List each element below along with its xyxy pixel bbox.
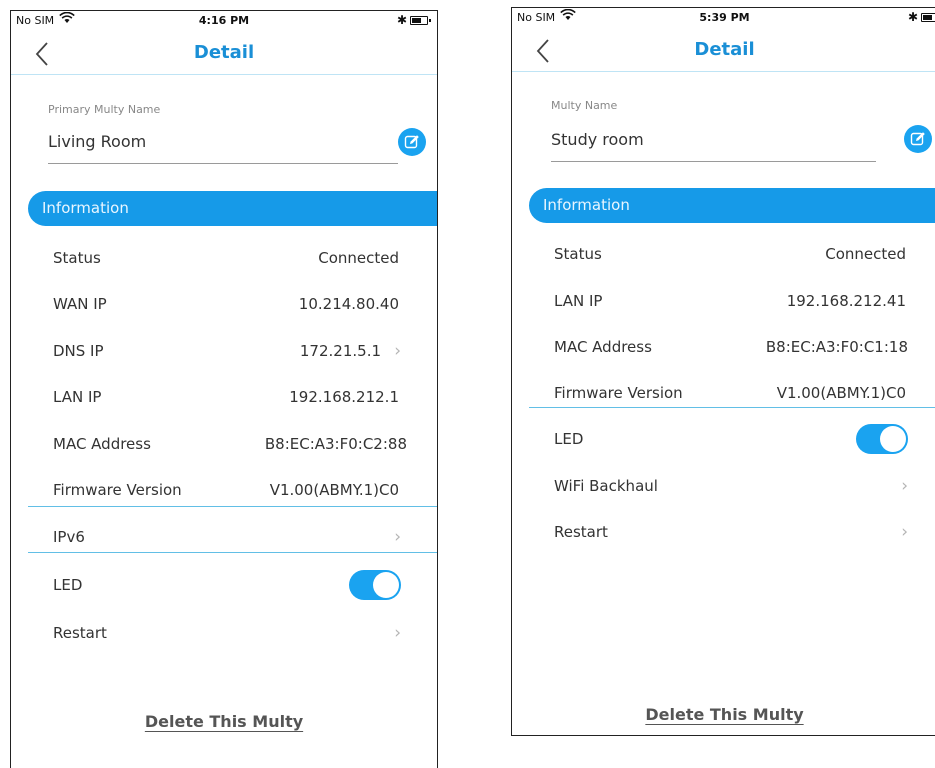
section-divider xyxy=(28,552,437,553)
name-field-underline xyxy=(48,163,398,164)
row-label: IPv6 xyxy=(53,528,85,546)
section-divider xyxy=(529,407,935,408)
wifi-backhaul-row[interactable]: WiFi Backhaul › xyxy=(512,463,935,509)
delete-multy-button[interactable]: Delete This Multy xyxy=(11,712,437,731)
toggle-knob xyxy=(373,572,399,598)
clock: 4:16 PM xyxy=(198,14,250,27)
ipv6-row[interactable]: IPv6 › xyxy=(11,514,437,560)
name-field-value[interactable]: Living Room xyxy=(48,132,146,151)
info-row-mac-address: MAC Address B8:EC:A3:F0:C2:88 xyxy=(11,421,437,467)
row-value: B8:EC:A3:F0:C1:18 xyxy=(765,338,908,356)
chevron-right-icon[interactable]: › xyxy=(394,529,401,546)
chevron-right-icon[interactable]: › xyxy=(901,478,908,495)
battery-icon xyxy=(921,13,935,22)
info-row-lan-ip: LAN IP 192.168.212.41 xyxy=(512,278,935,324)
chevron-right-icon[interactable]: › xyxy=(394,343,401,360)
name-field-label: Primary Multy Name xyxy=(48,103,161,116)
row-label: LAN IP xyxy=(53,388,102,406)
row-label: Restart xyxy=(554,523,608,541)
status-bar: No SIM 4:16 PM ✱ xyxy=(11,11,437,29)
row-label: Firmware Version xyxy=(554,384,683,402)
page-title: Detail xyxy=(694,39,755,60)
name-field-underline xyxy=(551,161,876,162)
info-row-mac-address: MAC Address B8:EC:A3:F0:C1:18 xyxy=(512,324,935,370)
row-label: DNS IP xyxy=(53,342,104,360)
chevron-right-icon[interactable]: › xyxy=(394,625,401,642)
row-label: Firmware Version xyxy=(53,481,182,499)
page-title: Detail xyxy=(193,42,255,63)
row-value: 172.21.5.1 xyxy=(299,342,381,360)
info-row-status: Status Connected xyxy=(11,235,437,281)
row-label: Restart xyxy=(53,624,107,642)
led-row: LED xyxy=(512,416,935,462)
led-toggle[interactable] xyxy=(856,424,908,454)
edit-icon xyxy=(404,135,419,149)
led-toggle[interactable] xyxy=(349,570,401,600)
restart-row[interactable]: Restart › xyxy=(512,509,935,555)
edit-icon xyxy=(910,132,925,146)
row-value: 192.168.212.1 xyxy=(289,388,399,406)
row-value: B8:EC:A3:F0:C2:88 xyxy=(264,435,407,453)
phone-screen-satellite: No SIM 5:39 PM ✱ Detail Multy Name Study… xyxy=(511,7,935,736)
info-row-firmware-version: Firmware Version V1.00(ABMY.1)C0 xyxy=(512,370,935,416)
nav-bar: Detail xyxy=(11,29,437,75)
section-divider xyxy=(28,506,437,507)
row-label: LED xyxy=(53,576,83,594)
row-label: MAC Address xyxy=(554,338,652,356)
info-row-lan-ip: LAN IP 192.168.212.1 xyxy=(11,374,437,420)
edit-name-button[interactable] xyxy=(398,128,426,156)
information-section-header: Information xyxy=(529,188,935,223)
clock: 5:39 PM xyxy=(699,11,750,24)
status-bar: No SIM 5:39 PM ✱ xyxy=(512,8,935,26)
row-value: V1.00(ABMY.1)C0 xyxy=(269,481,399,499)
battery-tip xyxy=(429,19,431,22)
row-label: LED xyxy=(554,430,584,448)
bluetooth-icon: ✱ xyxy=(396,13,407,27)
bluetooth-icon: ✱ xyxy=(907,10,918,24)
row-label: WiFi Backhaul xyxy=(554,477,658,495)
info-row-dns-ip[interactable]: DNS IP 172.21.5.1 › xyxy=(11,328,437,374)
row-value: Connected xyxy=(825,245,906,263)
chevron-right-icon[interactable]: › xyxy=(901,524,908,541)
name-field-value[interactable]: Study room xyxy=(551,130,644,149)
restart-row[interactable]: Restart › xyxy=(11,610,437,656)
row-label: WAN IP xyxy=(53,295,107,313)
row-value: 10.214.80.40 xyxy=(298,295,399,313)
row-value: Connected xyxy=(318,249,399,267)
edit-name-button[interactable] xyxy=(904,125,932,153)
row-value: 192.168.212.41 xyxy=(786,292,906,310)
row-label: Status xyxy=(53,249,101,267)
led-row: LED xyxy=(11,562,437,608)
row-label: Status xyxy=(554,245,602,263)
row-value: V1.00(ABMY.1)C0 xyxy=(776,384,906,402)
information-section-header: Information xyxy=(28,191,437,226)
info-row-wan-ip: WAN IP 10.214.80.40 xyxy=(11,281,437,327)
nav-bar: Detail xyxy=(512,26,935,72)
battery-icon xyxy=(410,16,428,25)
row-label: MAC Address xyxy=(53,435,151,453)
name-field-label: Multy Name xyxy=(551,99,618,112)
row-label: LAN IP xyxy=(554,292,603,310)
toggle-knob xyxy=(880,426,906,452)
delete-multy-button[interactable]: Delete This Multy xyxy=(512,705,935,724)
phone-screen-primary: No SIM 4:16 PM ✱ Detail Primary Multy Na… xyxy=(10,10,438,768)
info-row-status: Status Connected xyxy=(512,231,935,277)
